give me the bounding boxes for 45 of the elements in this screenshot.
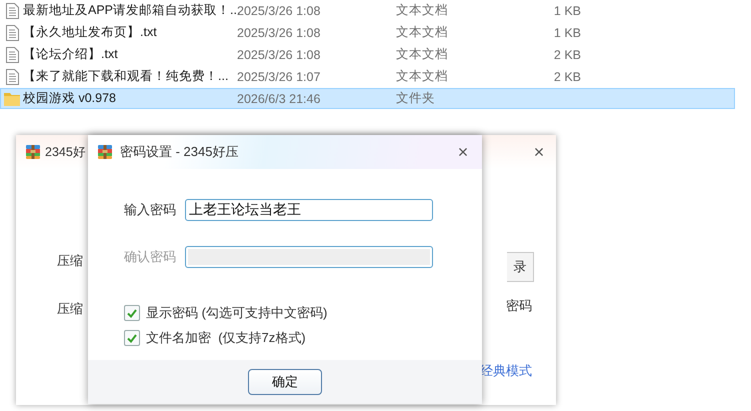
file-size: 1 KB: [554, 26, 581, 40]
ok-button[interactable]: 确定: [248, 369, 322, 395]
file-name: 【论坛介绍】.txt: [23, 46, 119, 63]
file-type: 文本文档: [396, 68, 449, 85]
field-label: 输入密码: [124, 201, 177, 219]
option-label: 压缩: [57, 300, 83, 318]
file-row[interactable]: 【论坛介绍】.txt 2025/3/26 1:08 文本文档 2 KB: [0, 44, 735, 65]
file-size: 1 KB: [554, 4, 581, 18]
file-row[interactable]: 校园游戏 v0.978 2026/6/3 21:46 文件夹: [0, 88, 735, 109]
file-type: 文本文档: [396, 2, 449, 19]
text-file-icon: [6, 24, 18, 40]
checkbox-label: 文件名加密 (仅支持7z格式): [146, 329, 306, 347]
file-type: 文本文档: [396, 46, 449, 63]
checkbox[interactable]: [124, 330, 140, 346]
browse-button[interactable]: 录: [507, 252, 534, 282]
password-field[interactable]: 上老王论坛当老王: [185, 199, 433, 221]
file-type: 文本文档: [396, 24, 449, 41]
dialog-title: 密码设置 - 2345好压: [120, 143, 238, 161]
file-type: 文件夹: [396, 90, 436, 107]
check-icon: [127, 308, 137, 318]
file-date: 2025/3/26 1:07: [237, 70, 322, 84]
window-title: 2345好: [45, 144, 86, 160]
file-date: 2025/3/26 1:08: [237, 48, 322, 62]
file-name: 【来了就能下载和观看！纯免费！...: [23, 68, 230, 85]
file-name: 【永久地址发布页】.txt: [23, 24, 158, 41]
option-label: 密码: [506, 297, 532, 315]
file-size: 2 KB: [554, 70, 581, 84]
checkbox[interactable]: [124, 305, 140, 321]
file-date: 2026/6/3 21:46: [237, 92, 322, 106]
field-label: 确认密码: [124, 248, 177, 266]
archive-icon: [25, 144, 41, 160]
text-file-icon: [6, 68, 18, 84]
option-label: 压缩: [57, 252, 83, 270]
file-row[interactable]: 【来了就能下载和观看！纯免费！... 2025/3/26 1:07 文本文档 2 KB: [0, 66, 735, 87]
archive-icon: [97, 144, 113, 160]
check-icon: [127, 334, 137, 342]
file-date: 2025/3/26 1:08: [237, 26, 322, 40]
text-file-icon: [6, 2, 18, 18]
file-date: 2025/3/26 1:08: [237, 4, 322, 18]
folder-icon: [4, 92, 20, 106]
text-file-icon: [6, 46, 18, 62]
file-row[interactable]: 【永久地址发布页】.txt 2025/3/26 1:08 文本文档 1 KB: [0, 22, 735, 43]
checkbox-label: 显示密码 (勾选可支持中文密码): [146, 304, 328, 322]
file-name: 校园游戏 v0.978: [23, 90, 118, 107]
file-size: 2 KB: [554, 48, 581, 62]
